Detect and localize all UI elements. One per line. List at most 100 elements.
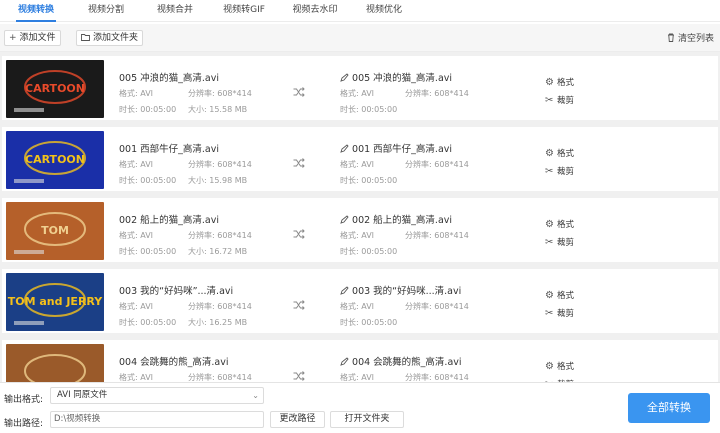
format-settings-button[interactable]: ⚙ 格式 [545, 289, 574, 301]
tab-video-to-gif[interactable]: 视频转GIF [218, 0, 270, 22]
output-path-input[interactable]: D:\视频转换 [50, 411, 264, 428]
trash-icon [667, 33, 678, 44]
output-format-value: AVI 同原文件 [57, 390, 108, 400]
trim-button[interactable]: ✂裁剪 [545, 94, 574, 106]
output-format-value: AVI [361, 89, 375, 98]
output-resolution-value: 608*414 [434, 89, 469, 98]
resolution-key: 分辨率: [188, 160, 215, 169]
tab-video-merge[interactable]: 视频合并 [153, 0, 197, 22]
size-value: 15.58 MB [209, 105, 248, 114]
output-duration-meta: 时长: 00:05:00 [340, 175, 397, 186]
output-file-name[interactable]: 003 我的“好妈咪...清.avi [340, 283, 461, 297]
format-settings-button[interactable]: ⚙ 格式 [545, 147, 574, 159]
size-meta: 大小: 16.25 MB [188, 317, 247, 328]
gear-icon: ⚙ [545, 77, 554, 88]
plus-icon: + [9, 33, 17, 43]
output-format-select[interactable]: AVI 同原文件 ⌄ [50, 387, 264, 404]
format-key: 格式: [119, 373, 138, 382]
thumbnail-title: TOM [41, 224, 69, 237]
duration-key: 时长: [119, 176, 138, 185]
format-settings-button[interactable]: ⚙ 格式 [545, 360, 574, 372]
size-meta: 大小: 15.58 MB [188, 104, 247, 115]
format-key: 格式: [119, 89, 138, 98]
folder-icon [81, 31, 90, 46]
shuffle-icon [293, 300, 305, 310]
format-meta: 格式: AVI [119, 301, 153, 312]
output-resolution-key: 分辨率: [405, 89, 432, 98]
output-file-name[interactable]: 005 冲浪的猫_高清.avi [340, 70, 452, 84]
format-settings-label: 格式 [557, 220, 575, 230]
duration-meta: 时长: 00:05:00 [119, 317, 176, 328]
add-file-button[interactable]: + 添加文件 [4, 30, 61, 46]
output-resolution-key: 分辨率: [405, 231, 432, 240]
duration-key: 时长: [119, 105, 138, 114]
format-settings-label: 格式 [557, 291, 575, 301]
file-row[interactable]: CARTOON 001 西部牛仔_高清.avi 格式: AVI 分辨率: 608… [2, 127, 718, 191]
file-row[interactable]: CARTOON 005 冲浪的猫_高清.avi 格式: AVI 分辨率: 608… [2, 56, 718, 120]
duration-value: 00:05:00 [140, 318, 177, 327]
file-name: 002 船上的猫_高清.avi [119, 215, 220, 226]
shuffle-icon [293, 229, 305, 239]
output-file-name-text: 001 西部牛仔_高清.avi [352, 144, 453, 155]
format-meta: 格式: AVI [119, 88, 153, 99]
size-key: 大小: [188, 176, 207, 185]
output-resolution-meta: 分辨率: 608*414 [405, 159, 469, 170]
output-file-name-text: 002 船上的猫_高清.avi [352, 215, 453, 226]
file-name: 003 我的“好妈咪”...清.avi [119, 286, 234, 297]
output-path-label: 输出路径: [4, 419, 44, 429]
format-settings-label: 格式 [557, 362, 575, 372]
resolution-meta: 分辨率: 608*414 [188, 301, 252, 312]
output-file-name[interactable]: 001 西部牛仔_高清.avi [340, 141, 452, 155]
output-format-meta: 格式: AVI [340, 88, 374, 99]
file-list: CARTOON 005 冲浪的猫_高清.avi 格式: AVI 分辨率: 608… [0, 52, 720, 382]
pencil-icon [340, 73, 352, 84]
output-duration-key: 时长: [340, 176, 359, 185]
scissors-icon: ✂ [545, 95, 554, 106]
format-settings-button[interactable]: ⚙ 格式 [545, 76, 574, 88]
duration-key: 时长: [119, 318, 138, 327]
clear-list-button[interactable]: 清空列表 [667, 31, 714, 44]
file-row[interactable]: 004 会跳舞的熊_高清.avi 格式: AVI 分辨率: 608*414 时长… [2, 340, 718, 382]
output-resolution-meta: 分辨率: 608*414 [405, 88, 469, 99]
convert-all-button[interactable]: 全部转换 [628, 393, 710, 423]
output-file-name-text: 003 我的“好妈咪...清.avi [352, 286, 462, 297]
duration-value: 00:05:00 [140, 247, 177, 256]
size-value: 16.25 MB [209, 318, 248, 327]
resolution-meta: 分辨率: 608*414 [188, 159, 252, 170]
pencil-icon [340, 144, 352, 155]
output-resolution-meta: 分辨率: 608*414 [405, 301, 469, 312]
format-settings-label: 格式 [557, 78, 575, 88]
output-duration-value: 00:05:00 [361, 105, 398, 114]
add-folder-button[interactable]: 添加文件夹 [76, 30, 144, 46]
resolution-key: 分辨率: [188, 89, 215, 98]
change-path-button[interactable]: 更改路径 [270, 411, 325, 428]
output-format-meta: 格式: AVI [340, 159, 374, 170]
format-value: AVI [140, 231, 154, 240]
trim-button[interactable]: ✂裁剪 [545, 165, 574, 177]
tab-video-convert[interactable]: 视频转换 [14, 0, 58, 22]
duration-key: 时长: [119, 247, 138, 256]
resolution-meta: 分辨率: 608*414 [188, 372, 252, 382]
tab-video-optimize[interactable]: 视频优化 [362, 0, 406, 22]
video-thumbnail: CARTOON [6, 60, 104, 118]
output-file-name[interactable]: 002 船上的猫_高清.avi [340, 212, 452, 226]
trim-button[interactable]: ✂裁剪 [545, 307, 574, 319]
open-folder-button[interactable]: 打开文件夹 [330, 411, 404, 428]
output-resolution-key: 分辨率: [405, 160, 432, 169]
resolution-key: 分辨率: [188, 302, 215, 311]
resolution-key: 分辨率: [188, 231, 215, 240]
file-row[interactable]: TOM 002 船上的猫_高清.avi 格式: AVI 分辨率: 608*414… [2, 198, 718, 262]
file-row[interactable]: TOM and JERRY 003 我的“好妈咪”...清.avi 格式: AV… [2, 269, 718, 333]
tab-remove-watermark[interactable]: 视频去水印 [288, 0, 342, 22]
output-duration-meta: 时长: 00:05:00 [340, 317, 397, 328]
resolution-value: 608*414 [217, 302, 252, 311]
output-resolution-meta: 分辨率: 608*414 [405, 230, 469, 241]
trim-button[interactable]: ✂裁剪 [545, 236, 574, 248]
resolution-value: 608*414 [217, 373, 252, 382]
pencil-icon [340, 357, 352, 368]
tab-bar: 视频转换 视频分割 视频合并 视频转GIF 视频去水印 视频优化 [0, 0, 720, 22]
output-format-value: AVI [361, 302, 375, 311]
format-settings-button[interactable]: ⚙ 格式 [545, 218, 574, 230]
tab-video-split[interactable]: 视频分割 [84, 0, 128, 22]
output-file-name[interactable]: 004 会跳舞的熊_高清.avi [340, 354, 462, 368]
